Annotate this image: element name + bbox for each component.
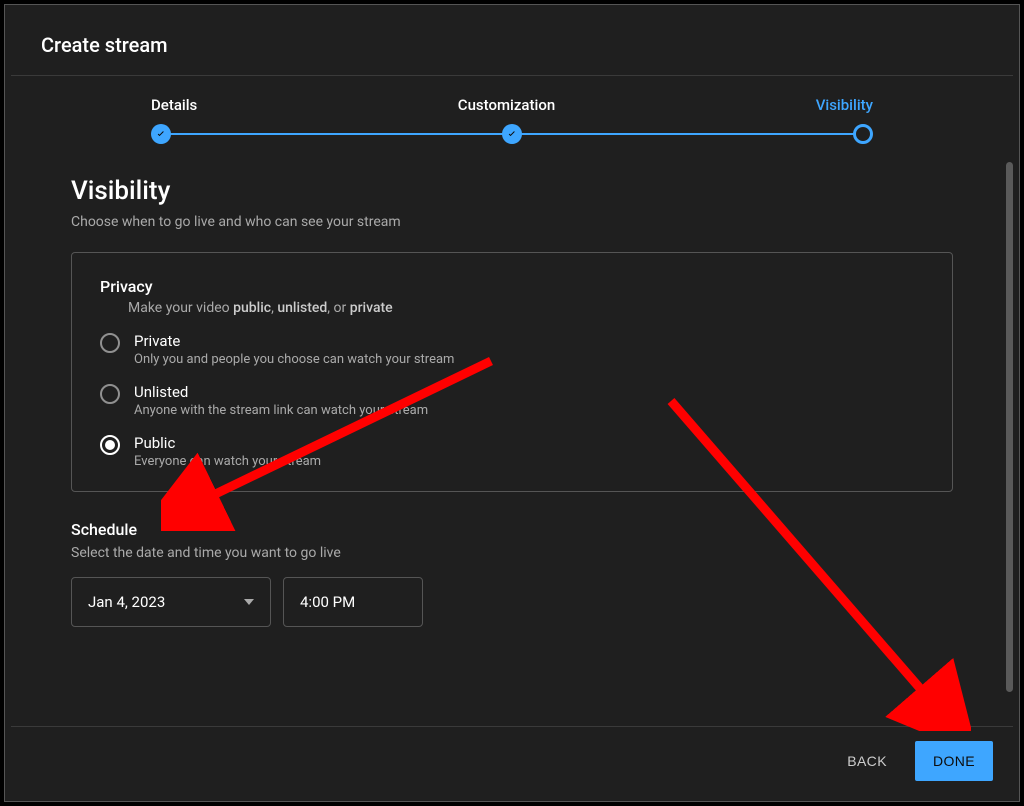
page-subtitle: Choose when to go live and who can see y… bbox=[71, 214, 953, 230]
radio-icon bbox=[100, 435, 120, 455]
step-visibility-label[interactable]: Visibility bbox=[816, 96, 873, 114]
step-node-customization[interactable] bbox=[502, 124, 522, 144]
privacy-option-private[interactable]: Private Only you and people you choose c… bbox=[100, 332, 924, 367]
dialog-header: Create stream bbox=[11, 11, 1013, 75]
dialog-footer: BACK DONE bbox=[11, 726, 1013, 795]
done-button[interactable]: DONE bbox=[915, 741, 993, 781]
privacy-option-unlisted[interactable]: Unlisted Anyone with the stream link can… bbox=[100, 383, 924, 418]
schedule-subtitle: Select the date and time you want to go … bbox=[71, 545, 953, 561]
radio-label: Private bbox=[134, 332, 454, 350]
radio-desc: Anyone with the stream link can watch yo… bbox=[134, 403, 428, 418]
date-picker[interactable]: Jan 4, 2023 bbox=[71, 577, 271, 627]
time-picker[interactable]: 4:00 PM bbox=[283, 577, 423, 627]
content-area: Visibility Choose when to go live and wh… bbox=[11, 156, 1013, 726]
stepper: Details Customization Visibility bbox=[11, 76, 1013, 156]
radio-label: Public bbox=[134, 434, 321, 452]
back-button[interactable]: BACK bbox=[829, 741, 905, 781]
create-stream-dialog: Create stream Details Customization Visi… bbox=[11, 11, 1013, 795]
step-customization-label[interactable]: Customization bbox=[458, 96, 555, 114]
check-icon bbox=[155, 128, 167, 140]
privacy-box: Privacy Make your video public, unlisted… bbox=[71, 252, 953, 492]
schedule-title: Schedule bbox=[71, 520, 953, 539]
privacy-option-public[interactable]: Public Everyone can watch your stream bbox=[100, 434, 924, 469]
radio-desc: Only you and people you choose can watch… bbox=[134, 352, 454, 367]
dialog-title: Create stream bbox=[41, 33, 983, 57]
page-title: Visibility bbox=[71, 176, 953, 206]
date-value: Jan 4, 2023 bbox=[88, 593, 165, 611]
radio-icon bbox=[100, 384, 120, 404]
privacy-title: Privacy bbox=[100, 277, 924, 296]
time-value: 4:00 PM bbox=[300, 593, 355, 611]
privacy-subtitle: Make your video public, unlisted, or pri… bbox=[128, 300, 924, 316]
step-node-details[interactable] bbox=[151, 124, 171, 144]
radio-icon bbox=[100, 333, 120, 353]
scrollbar[interactable] bbox=[1006, 162, 1013, 692]
radio-label: Unlisted bbox=[134, 383, 428, 401]
step-node-visibility[interactable] bbox=[853, 124, 873, 144]
step-details-label[interactable]: Details bbox=[151, 96, 197, 114]
chevron-down-icon bbox=[244, 599, 254, 605]
check-icon bbox=[506, 128, 518, 140]
radio-desc: Everyone can watch your stream bbox=[134, 454, 321, 469]
schedule-section: Schedule Select the date and time you wa… bbox=[71, 520, 953, 627]
